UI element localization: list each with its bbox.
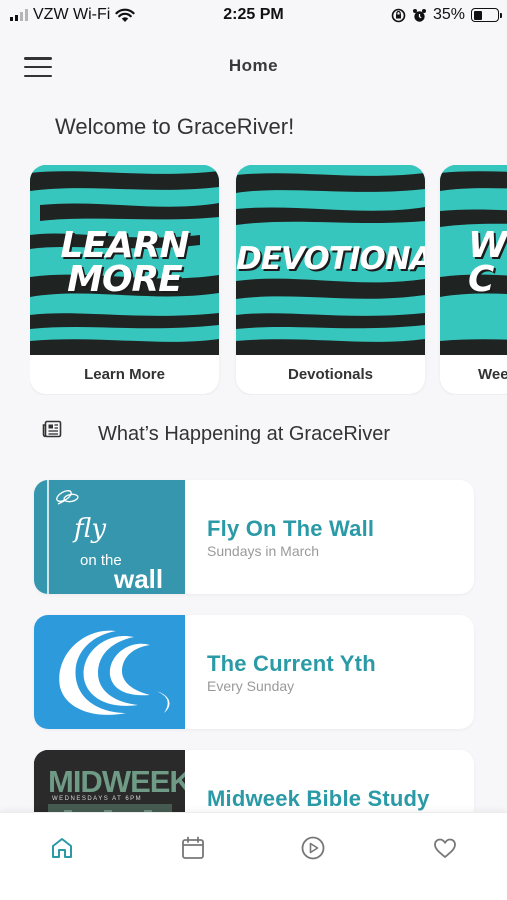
the-current-thumbnail (34, 615, 185, 729)
devotionals-art-text: DEVOTIONALS (236, 241, 425, 277)
quick-link-card-devotionals[interactable]: DEVOTIONALS Devotionals (236, 165, 425, 394)
learn-more-art-text: LEARN MORE (60, 225, 189, 301)
nav-bar: Home (0, 40, 507, 94)
heart-icon (434, 838, 456, 858)
newspaper-icon (42, 420, 62, 438)
partial-card-artwork: W C (440, 165, 507, 355)
event-title: The Current Yth (207, 651, 376, 676)
home-icon (52, 838, 72, 858)
media-tab[interactable] (300, 835, 326, 861)
partial-art-text: W C (468, 225, 507, 301)
quick-link-label: Wee (478, 366, 507, 383)
event-title: Midweek Bible Study (207, 786, 430, 811)
alarm-clock-icon (412, 8, 426, 22)
quick-link-card-partial[interactable]: W C Wee (440, 165, 507, 394)
wave-logo-icon (59, 630, 170, 715)
quick-link-card-learn-more[interactable]: LEARN MORE Learn More (30, 165, 219, 394)
section-title: What’s Happening at GraceRiver (98, 423, 390, 445)
event-title: Fly On The Wall (207, 516, 375, 541)
event-subtitle: Every Sunday (207, 678, 295, 694)
play-icon (301, 836, 325, 860)
learn-more-artwork: LEARN MORE (30, 165, 219, 355)
midweek-art-title: MIDWEEK (48, 764, 185, 799)
wall-art-word: wall (114, 564, 164, 594)
calendar-tab[interactable] (180, 835, 206, 861)
battery-fill (473, 10, 482, 20)
quick-links-carousel[interactable]: LEARN MORE Learn More DEVOTIONALS Devoti… (30, 165, 507, 395)
welcome-heading: Welcome to GraceRiver! (55, 114, 295, 139)
event-card-fly-on-the-wall[interactable]: fly on the wall Fly On The Wall Sundays … (34, 480, 474, 594)
battery-percent: 35% (432, 6, 465, 23)
status-bar: VZW Wi-Fi 2:25 PM 35% (0, 0, 507, 32)
quick-link-label: Devotionals (287, 366, 374, 383)
status-right: 35% (391, 6, 502, 24)
fly-art-word: fly (74, 514, 107, 544)
favorites-tab[interactable] (432, 835, 458, 861)
quick-link-label: Learn More (84, 366, 165, 383)
page-title: Home (228, 56, 279, 75)
devotionals-artwork: DEVOTIONALS (236, 165, 425, 355)
event-card-the-current-yth[interactable]: The Current Yth Every Sunday (34, 615, 474, 729)
screen-rotation-lock-icon (391, 8, 406, 22)
battery-icon (471, 8, 502, 22)
fly-on-the-wall-thumbnail: fly on the wall (34, 480, 185, 594)
midweek-art-subtitle: WEDNESDAYS AT 6PM (52, 796, 143, 802)
bottom-tab-bar (0, 812, 507, 900)
calendar-icon (182, 836, 204, 859)
home-tab[interactable] (49, 835, 75, 861)
event-subtitle: Sundays in March (207, 543, 320, 559)
whats-happening-heading: What’s Happening at GraceRiver (42, 420, 390, 445)
